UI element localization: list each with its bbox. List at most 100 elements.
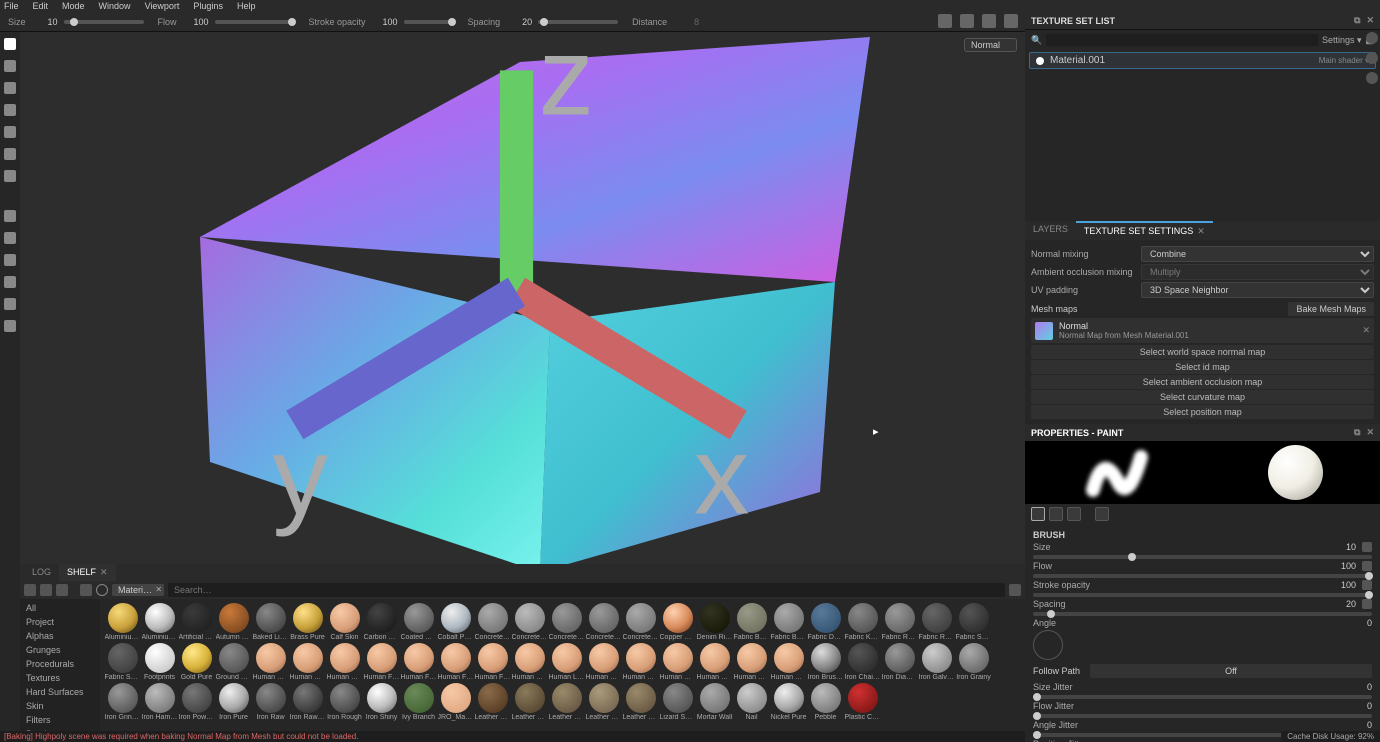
material-item[interactable]: Iron Hamm…	[141, 683, 178, 721]
material-item[interactable]: Human Fac…	[363, 643, 400, 681]
visibility-dot-icon[interactable]	[1036, 57, 1044, 65]
misc-mode-icon[interactable]	[1095, 507, 1109, 521]
menu-mode[interactable]: Mode	[62, 1, 85, 11]
material-item[interactable]: Fabric Rou…	[918, 603, 955, 641]
material-item[interactable]: Footprints	[141, 643, 178, 681]
mesh-map-select-button[interactable]: Select world space normal map	[1031, 345, 1374, 359]
link-icon[interactable]	[1366, 72, 1378, 84]
material-item[interactable]: Gold Pure	[178, 643, 215, 681]
shelf-category-project[interactable]: Project	[24, 615, 96, 629]
clone-tool-icon[interactable]	[4, 148, 16, 160]
flow-slider[interactable]	[215, 20, 295, 24]
flow-slider[interactable]	[1033, 574, 1372, 578]
material-item[interactable]: Iron Diamo…	[881, 643, 918, 681]
material-item[interactable]: Cobalt Pure	[437, 603, 474, 641]
material-item[interactable]: Iron Chain…	[844, 643, 881, 681]
material-item[interactable]: Denim Rivet	[696, 603, 733, 641]
stencil-mode-icon[interactable]	[1067, 507, 1081, 521]
material-item[interactable]: Iron Galvan…	[918, 643, 955, 681]
material-item[interactable]: Iron Powde…	[178, 683, 215, 721]
fill-tool-icon[interactable]	[4, 104, 16, 116]
material-item[interactable]: Calf Skin	[326, 603, 363, 641]
material-item[interactable]: Concrete S…	[622, 603, 659, 641]
material-item[interactable]: Aluminium …	[104, 603, 141, 641]
angle-value[interactable]: 0	[1367, 618, 1372, 628]
selection-icon[interactable]	[4, 232, 16, 244]
3d-viewport[interactable]: Normal ▸ z x y	[20, 32, 1025, 564]
material-item[interactable]: Human For…	[474, 643, 511, 681]
shelf-category-procedurals[interactable]: Procedurals	[24, 657, 96, 671]
filter-icon[interactable]	[80, 584, 92, 596]
projection-tool-icon[interactable]	[4, 82, 16, 94]
material-item[interactable]: Aluminium …	[141, 603, 178, 641]
material-item[interactable]: Fabric Suit …	[104, 643, 141, 681]
crosshair-icon[interactable]	[56, 584, 68, 596]
menu-edit[interactable]: Edit	[33, 1, 49, 11]
size-slider[interactable]	[64, 20, 144, 24]
texture-set-shader[interactable]: Main shader ▾	[1319, 56, 1369, 65]
material-item[interactable]: Leather bag	[474, 683, 511, 721]
picker-tool-icon[interactable]	[4, 170, 16, 182]
material-item[interactable]: Iron Raw	[252, 683, 289, 721]
clear-normal-icon[interactable]: ✕	[1362, 325, 1370, 336]
material-item[interactable]: Human Bac…	[252, 643, 289, 681]
color-icon[interactable]	[4, 320, 16, 332]
material-item[interactable]: Concrete Cl…	[511, 603, 548, 641]
brush-tool-icon[interactable]	[4, 38, 16, 50]
material-item[interactable]: Fabric Base…	[770, 603, 807, 641]
tab-log[interactable]: LOG	[24, 564, 59, 581]
shelf-category-grunges[interactable]: Grunges	[24, 643, 96, 657]
smudge-tool-icon[interactable]	[4, 126, 16, 138]
menu-viewport[interactable]: Viewport	[145, 1, 180, 11]
material-item[interactable]: Iron Grainy	[955, 643, 992, 681]
material-item[interactable]: Human Wri…	[770, 643, 807, 681]
mesh-map-normal[interactable]: NormalNormal Map from Mesh Material.001 …	[1031, 318, 1374, 343]
material-item[interactable]: Ground Gra…	[215, 643, 252, 681]
material-item[interactable]: Iron Pure	[215, 683, 252, 721]
material-item[interactable]: Leather Ro…	[585, 683, 622, 721]
link-icon[interactable]	[1362, 561, 1372, 571]
material-item[interactable]: Plastic Cabl…	[844, 683, 881, 721]
material-item[interactable]: Coated Metal	[400, 603, 437, 641]
normal-mixing-select[interactable]: Combine	[1141, 246, 1374, 262]
material-item[interactable]: Ivy Branch	[400, 683, 437, 721]
material-item[interactable]: JRO_Maske…	[437, 683, 474, 721]
material-item[interactable]: Autumn Leaf	[215, 603, 252, 641]
spacing-slider[interactable]	[1033, 612, 1372, 616]
follow-path-toggle[interactable]: Off	[1090, 664, 1372, 678]
mesh-map-select-button[interactable]: Select id map	[1031, 360, 1374, 374]
stroke-opacity-slider[interactable]	[404, 20, 454, 24]
menu-help[interactable]: Help	[237, 1, 256, 11]
axis-gizmo[interactable]: z x y	[20, 32, 1019, 558]
tab-layers[interactable]: LAYERS	[1025, 221, 1076, 240]
material-item[interactable]: Iron Brushed	[807, 643, 844, 681]
grid-view-icon[interactable]	[1009, 584, 1021, 596]
panel-close-icon[interactable]: ✕	[1366, 427, 1374, 438]
shelf-category-alphas[interactable]: Alphas	[24, 629, 96, 643]
filter-ring-icon[interactable]	[96, 584, 108, 596]
material-item[interactable]: Concrete Si…	[585, 603, 622, 641]
material-item[interactable]: Concrete D…	[548, 603, 585, 641]
ao-mixing-select[interactable]: Multiply	[1141, 264, 1374, 280]
material-item[interactable]: Fabric Roug…	[881, 603, 918, 641]
angle-dial[interactable]	[1033, 630, 1063, 660]
material-item[interactable]: Nail	[733, 683, 770, 721]
material-item[interactable]: Iron Rough	[326, 683, 363, 721]
shelf-category-textures[interactable]: Textures	[24, 671, 96, 685]
menu-plugins[interactable]: Plugins	[193, 1, 223, 11]
mesh-map-select-button[interactable]: Select curvature map	[1031, 390, 1374, 404]
material-item[interactable]: Human Leg…	[548, 643, 585, 681]
material-item[interactable]: Human Mo…	[585, 643, 622, 681]
menu-window[interactable]: Window	[99, 1, 131, 11]
material-item[interactable]: Leather Soft…	[622, 683, 659, 721]
tab-texture-set-settings[interactable]: TEXTURE SET SETTINGS✕	[1076, 221, 1213, 240]
material-item[interactable]: Carbon Fiber	[363, 603, 400, 641]
generator-icon[interactable]	[4, 298, 16, 310]
tab-shelf[interactable]: SHELF✕	[59, 564, 116, 581]
uv-padding-select[interactable]: 3D Space Neighbor	[1141, 282, 1374, 298]
material-item[interactable]: Fabric Bam…	[733, 603, 770, 641]
close-icon[interactable]: ✕	[1197, 226, 1205, 236]
material-item[interactable]: Human Mo…	[622, 643, 659, 681]
material-item[interactable]: Iron Grinded	[104, 683, 141, 721]
shelf-search-input[interactable]	[168, 583, 1005, 597]
